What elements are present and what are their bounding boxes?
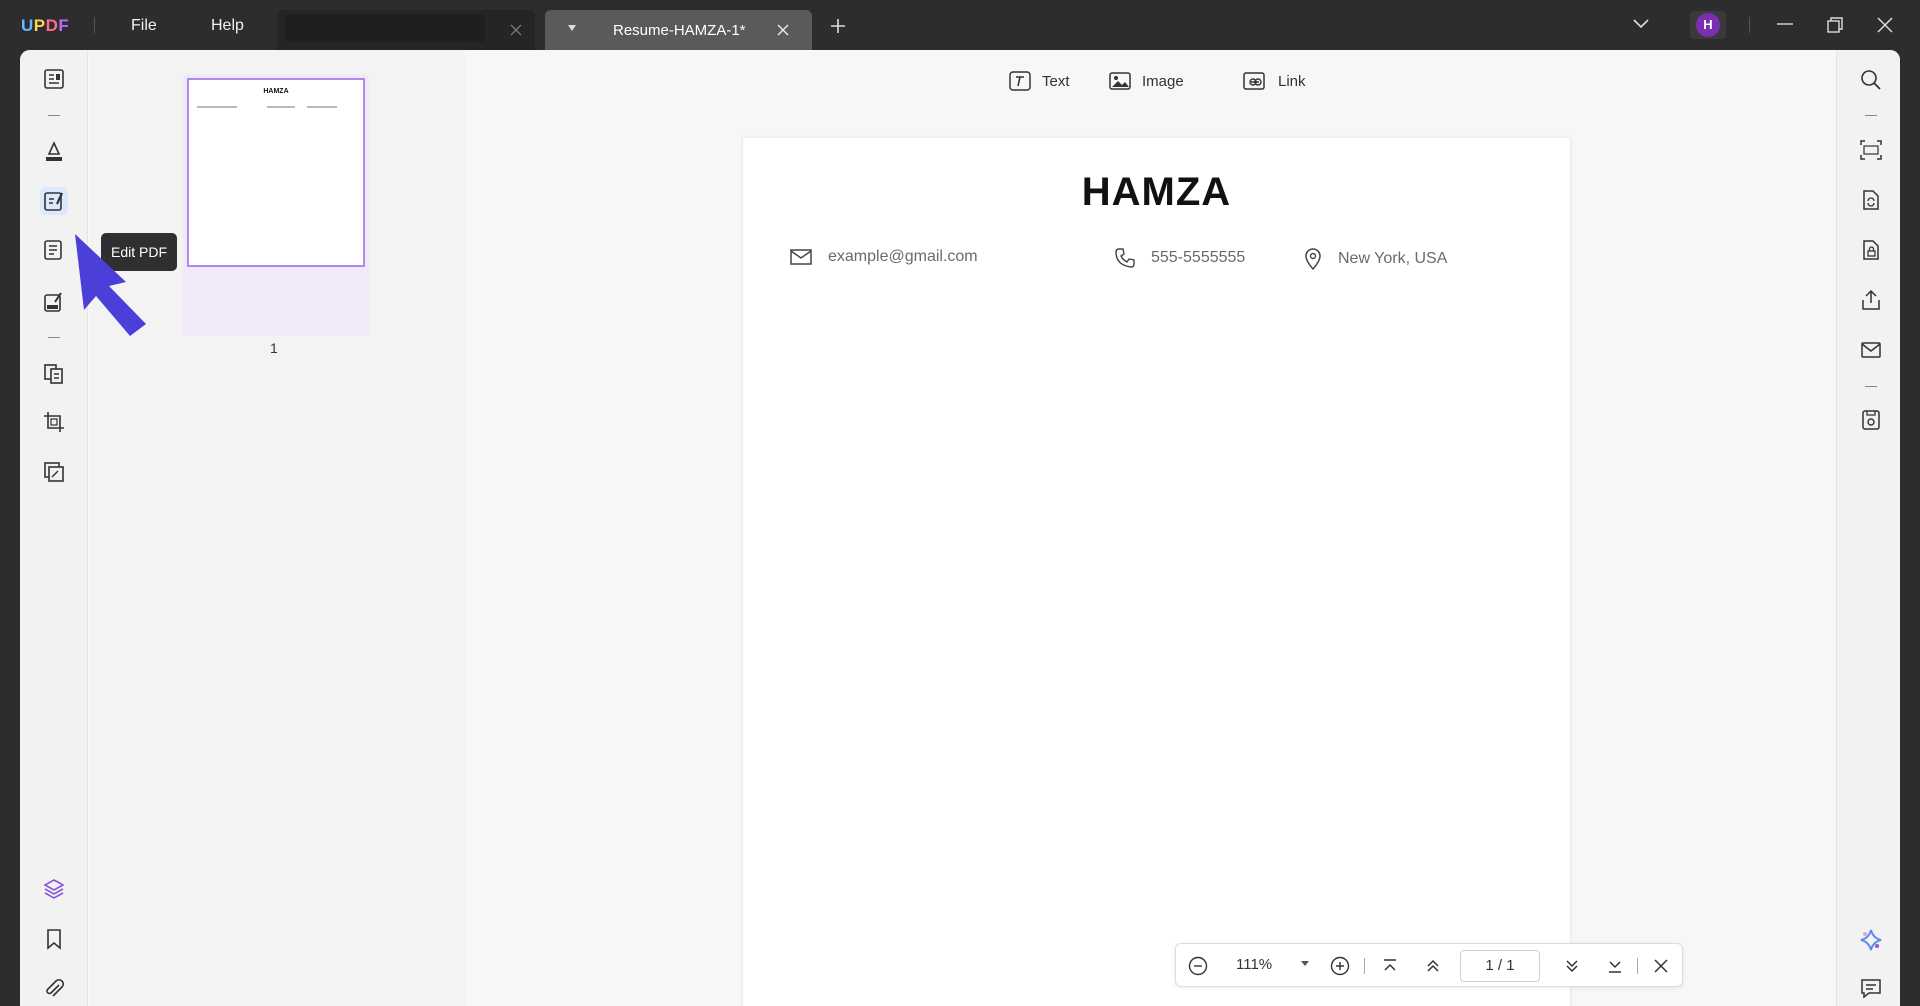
attachment-icon[interactable] [40, 975, 68, 1003]
search-icon[interactable] [1859, 68, 1883, 92]
tab-blank-label [285, 14, 485, 42]
tab-untitled[interactable] [277, 10, 535, 50]
form-icon[interactable] [40, 236, 68, 264]
zoom-toolbar: 111% 1 / 1 [1175, 943, 1683, 987]
add-link-button[interactable]: Link [1242, 66, 1306, 96]
new-tab-icon[interactable] [830, 18, 846, 34]
save-icon[interactable] [1859, 408, 1883, 432]
divider [1364, 958, 1365, 974]
page-thumbnail[interactable]: HAMZA [183, 74, 369, 336]
zoom-dropdown-icon[interactable] [1300, 960, 1310, 968]
thumbnail-title: HAMZA [263, 88, 289, 95]
email-text: example@gmail.com [828, 248, 978, 265]
add-link-label: Link [1278, 72, 1306, 90]
thumbnail-line [267, 106, 295, 108]
tab-resume[interactable]: Resume-HAMZA-1* [545, 10, 812, 50]
pointer-arrow-icon [72, 232, 152, 338]
chevron-down-icon[interactable] [1632, 17, 1650, 29]
minimize-icon[interactable] [1776, 17, 1794, 31]
watermark-icon[interactable] [40, 458, 68, 486]
close-window-icon[interactable] [1876, 16, 1894, 34]
close-icon[interactable] [775, 22, 791, 38]
main-window: HAMZA 1 Edit PDF Text Image Link HAMZA e… [20, 50, 1900, 1006]
file-menu[interactable]: File [131, 17, 157, 35]
phone-text: 555-5555555 [1151, 249, 1246, 266]
add-text-label: Text [1042, 72, 1070, 90]
email-contact[interactable]: example@gmail.com [790, 248, 978, 266]
divider [1749, 17, 1750, 33]
left-toolbar [20, 50, 88, 1006]
phone-contact[interactable]: 555-5555555 [1115, 248, 1245, 268]
ocr-icon[interactable] [1859, 138, 1883, 162]
next-page-icon[interactable] [1562, 956, 1582, 976]
previous-page-icon[interactable] [1423, 956, 1443, 976]
add-image-button[interactable]: Image [1108, 66, 1184, 96]
help-menu[interactable]: Help [211, 17, 244, 35]
reader-icon[interactable] [40, 65, 68, 93]
divider [1637, 958, 1638, 974]
updf-logo: UPDF [21, 16, 70, 35]
zoom-in-icon[interactable] [1330, 956, 1350, 976]
page-number-input[interactable]: 1 / 1 [1460, 950, 1540, 982]
add-image-label: Image [1142, 72, 1184, 90]
sign-icon[interactable] [40, 288, 68, 316]
divider [48, 337, 60, 338]
tab-title: Resume-HAMZA-1* [613, 22, 746, 39]
thumbnail-line [197, 106, 237, 108]
document-canvas: Text Image Link HAMZA example@gmail.com … [465, 50, 1836, 1006]
restore-icon[interactable] [1826, 16, 1844, 34]
avatar: H [1696, 13, 1720, 37]
resume-name[interactable]: HAMZA [743, 170, 1570, 215]
thumbnail-panel: HAMZA 1 [89, 50, 465, 1006]
location-contact[interactable]: New York, USA [1304, 248, 1447, 270]
email-icon[interactable] [1859, 338, 1883, 362]
edit-pdf-icon[interactable] [40, 187, 68, 215]
location-text: New York, USA [1338, 250, 1448, 267]
pdf-page[interactable]: HAMZA example@gmail.com 555-5555555 New … [743, 138, 1570, 1006]
right-toolbar [1836, 50, 1900, 1006]
ai-assistant-icon[interactable] [1859, 928, 1883, 952]
bookmark-icon[interactable] [40, 925, 68, 953]
share-icon[interactable] [1859, 288, 1883, 312]
last-page-icon[interactable] [1605, 956, 1625, 976]
crop-icon[interactable] [40, 408, 68, 436]
divider [1865, 386, 1877, 387]
thumbnail-line [307, 106, 337, 108]
edit-toolbar: Text Image Link [465, 66, 1836, 98]
zoom-level[interactable]: 111% [1236, 956, 1272, 973]
thumbnail-page: HAMZA [187, 78, 365, 267]
close-icon[interactable] [508, 22, 524, 38]
close-zoom-bar-icon[interactable] [1651, 956, 1671, 976]
add-text-button[interactable]: Text [1008, 66, 1070, 96]
convert-icon[interactable] [1859, 188, 1883, 212]
account-button[interactable]: H [1690, 11, 1726, 39]
first-page-icon[interactable] [1380, 956, 1400, 976]
comment-icon[interactable] [40, 138, 68, 166]
title-bar: UPDF File Help Resume-HAMZA-1* H [0, 0, 1920, 50]
divider [48, 115, 60, 116]
comments-panel-icon[interactable] [1859, 976, 1883, 1000]
layers-icon[interactable] [40, 875, 68, 903]
protect-icon[interactable] [1859, 238, 1883, 262]
divider [94, 17, 95, 33]
zoom-out-icon[interactable] [1188, 956, 1208, 976]
tab-menu-icon[interactable] [567, 24, 577, 32]
divider [1865, 115, 1877, 116]
organize-pages-icon[interactable] [40, 360, 68, 388]
